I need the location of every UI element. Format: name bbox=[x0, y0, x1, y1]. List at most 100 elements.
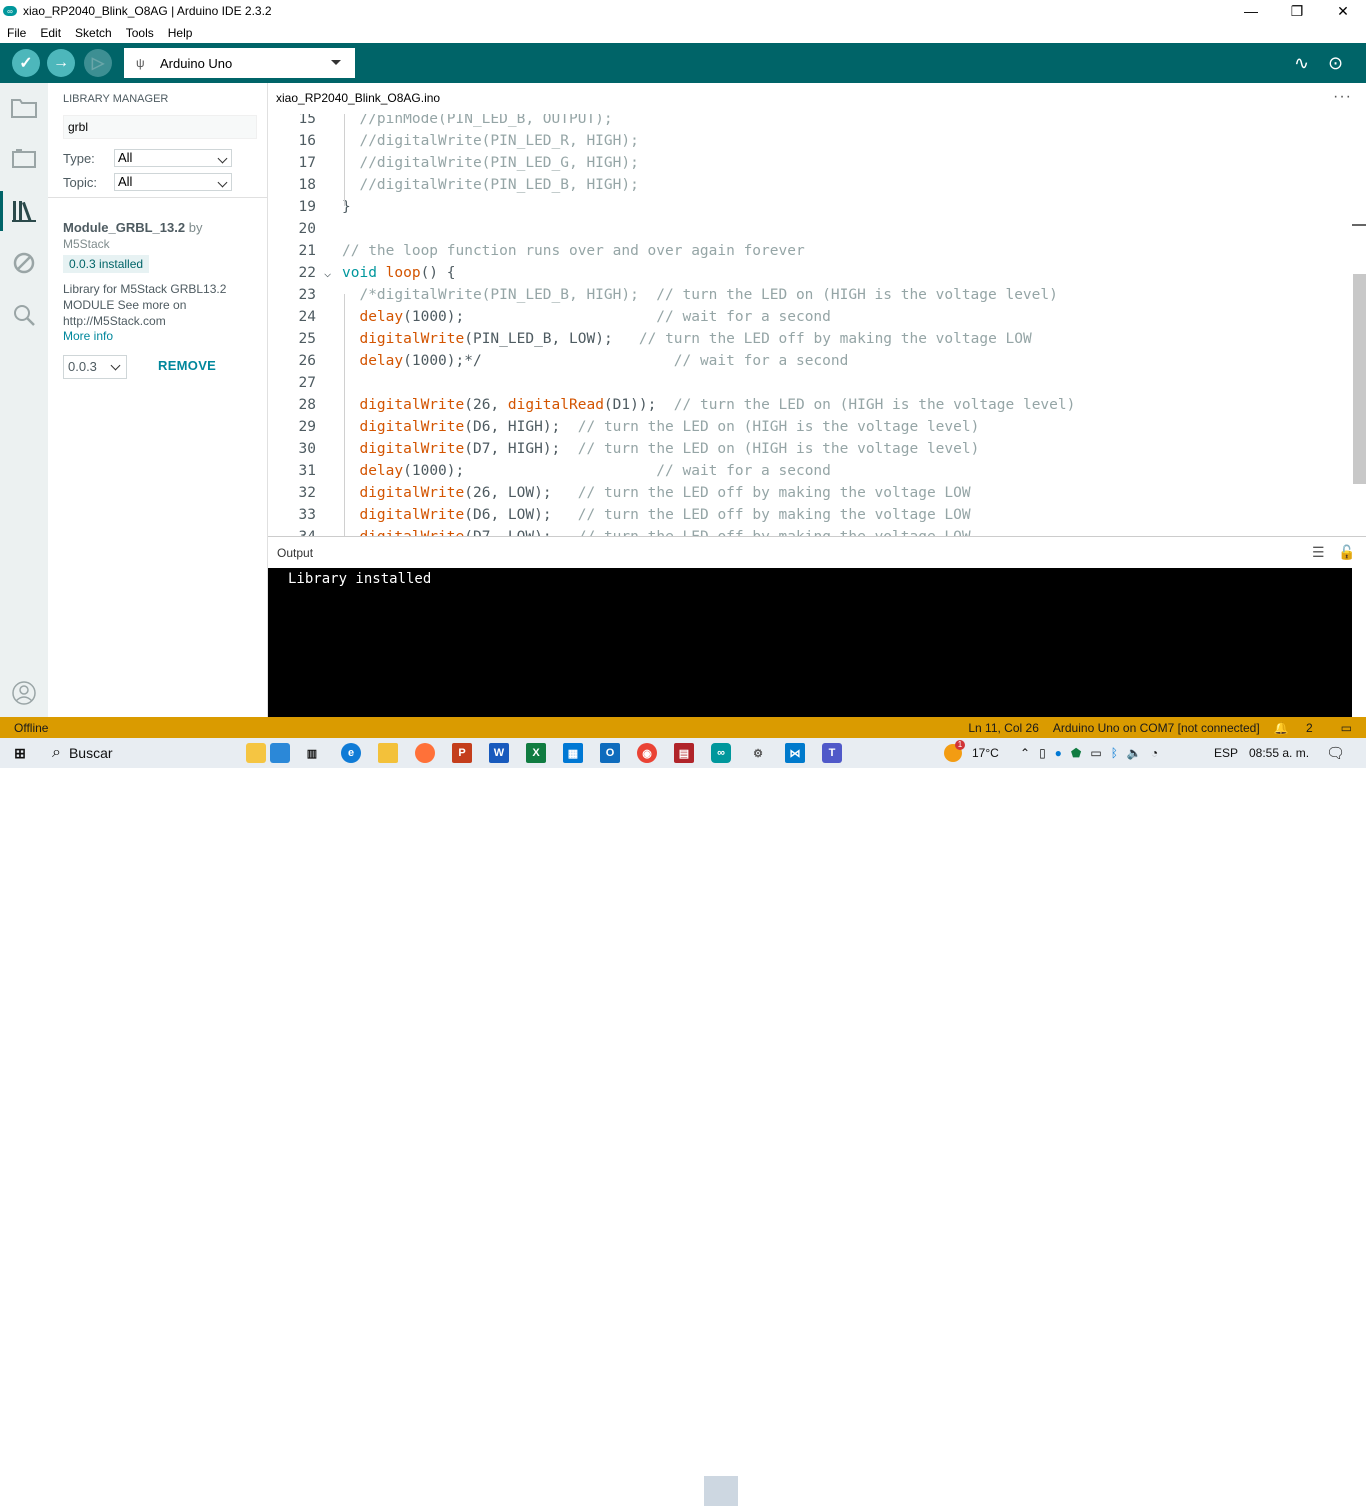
version-select[interactable]: 0.0.3 bbox=[63, 355, 127, 379]
editor-scrollbar[interactable] bbox=[1352, 114, 1366, 536]
calendar-icon[interactable]: ▦ bbox=[563, 743, 583, 763]
toggle-panel-icon[interactable]: ▭ bbox=[1341, 721, 1352, 735]
code-line: 26 delay(1000);*/ // wait for a second bbox=[268, 350, 1352, 372]
library-author: M5Stack bbox=[63, 237, 110, 251]
type-select[interactable]: All bbox=[114, 149, 232, 167]
battery-icon[interactable]: ▭ bbox=[1090, 746, 1101, 760]
notepad-icon[interactable] bbox=[246, 743, 266, 763]
chevron-up-icon[interactable]: ⌃ bbox=[1020, 746, 1030, 760]
app-icon[interactable] bbox=[270, 743, 290, 763]
lock-scroll-icon[interactable]: 🔓 bbox=[1338, 544, 1355, 561]
code-text: digitalWrite(D6, LOW); // turn the LED o… bbox=[359, 507, 971, 523]
search-icon[interactable] bbox=[10, 301, 38, 329]
debug-icon: ▷ bbox=[91, 55, 105, 72]
library-search-input[interactable]: grbl bbox=[63, 115, 257, 139]
more-info-link[interactable]: More info bbox=[63, 329, 113, 343]
menu-help[interactable]: Help bbox=[161, 26, 200, 40]
output-scrollbar[interactable] bbox=[1352, 568, 1366, 717]
installed-badge: 0.0.3 installed bbox=[63, 255, 150, 273]
chrome-icon[interactable]: ◉ bbox=[637, 743, 657, 763]
arrow-right-icon: → bbox=[53, 54, 69, 71]
code-text: //digitalWrite(PIN_LED_G, HIGH); bbox=[359, 155, 639, 171]
indent-guide bbox=[344, 114, 345, 206]
code-line: 17 //digitalWrite(PIN_LED_G, HIGH); bbox=[268, 152, 1352, 174]
weather-icon: 1 bbox=[944, 740, 965, 762]
account-icon[interactable] bbox=[10, 679, 38, 707]
status-bar: Offline Ln 11, Col 26 Arduino Uno on COM… bbox=[0, 717, 1366, 738]
powerpoint-icon[interactable]: P bbox=[452, 743, 472, 763]
wifi-icon[interactable]: ◔ bbox=[1151, 746, 1158, 760]
code-editor[interactable]: 15 //pinMode(PIN_LED_B, OUTPUT); 16 //dig… bbox=[268, 114, 1352, 536]
close-button[interactable]: ✕ bbox=[1320, 0, 1366, 22]
code-line: 18 //digitalWrite(PIN_LED_B, HIGH); bbox=[268, 174, 1352, 196]
bluetooth-icon[interactable]: ᛒ bbox=[1111, 746, 1118, 760]
scrollbar-thumb[interactable] bbox=[1353, 274, 1366, 484]
board-selector[interactable]: ψ Arduino Uno bbox=[124, 48, 355, 78]
topic-select[interactable]: All bbox=[114, 173, 232, 191]
teams-icon[interactable]: T bbox=[822, 743, 842, 763]
sketchbook-folder-icon[interactable] bbox=[10, 93, 38, 121]
maximize-button[interactable]: ❐ bbox=[1274, 0, 1320, 22]
winrar-icon[interactable]: ▤ bbox=[674, 743, 694, 763]
menu-edit[interactable]: Edit bbox=[33, 26, 68, 40]
weather-widget[interactable]: 1 17°C bbox=[944, 738, 999, 768]
upload-button[interactable]: → bbox=[47, 49, 75, 77]
app-icon[interactable]: ⚙ bbox=[748, 743, 768, 763]
topic-label: Topic: bbox=[63, 175, 97, 190]
cursor-position[interactable]: Ln 11, Col 26 bbox=[968, 721, 1039, 735]
line-number: 24 bbox=[298, 309, 316, 325]
code-text: digitalWrite(26, LOW); // turn the LED o… bbox=[359, 485, 971, 501]
arduino-logo-icon: ∞ bbox=[3, 6, 17, 16]
notification-center-icon[interactable]: 🗨 bbox=[1326, 738, 1345, 768]
weather-badge: 1 bbox=[955, 740, 965, 750]
serial-monitor-icon[interactable]: ⊙ bbox=[1328, 53, 1343, 74]
usb-drive-icon[interactable]: ▯ bbox=[1039, 746, 1046, 760]
word-icon[interactable]: W bbox=[489, 743, 509, 763]
check-icon: ✓ bbox=[19, 55, 33, 72]
output-header: Output ☰ 🔓 bbox=[268, 537, 1366, 568]
menu-sketch[interactable]: Sketch bbox=[68, 26, 119, 40]
board-port-status[interactable]: Arduino Uno on COM7 [not connected] bbox=[1053, 721, 1260, 735]
debug-button[interactable]: ▷ bbox=[84, 49, 112, 77]
more-actions-button[interactable]: ··· bbox=[1333, 88, 1352, 106]
menu-tools[interactable]: Tools bbox=[119, 26, 161, 40]
activity-bar bbox=[0, 83, 48, 717]
task-view-icon[interactable]: ▥ bbox=[302, 743, 322, 763]
line-number: 32 bbox=[298, 485, 316, 501]
menu-file[interactable]: File bbox=[0, 26, 33, 40]
verify-button[interactable]: ✓ bbox=[12, 49, 40, 77]
debug-view-icon[interactable] bbox=[10, 249, 38, 277]
taskbar-search[interactable]: ⌕ Buscar bbox=[48, 738, 272, 768]
volume-icon[interactable]: 🔈 bbox=[1127, 746, 1142, 760]
vscode-icon[interactable]: ⋈ bbox=[785, 743, 805, 763]
tab-sketch-file[interactable]: xiao_RP2040_Blink_O8AG.ino bbox=[268, 83, 449, 114]
input-language[interactable]: ESP bbox=[1214, 738, 1238, 768]
output-console: Library installed bbox=[268, 568, 1352, 717]
remove-button[interactable]: REMOVE bbox=[158, 358, 216, 373]
clear-output-icon[interactable]: ☰ bbox=[1312, 544, 1325, 561]
windows-start-icon[interactable]: ⊞ bbox=[10, 743, 30, 763]
code-text: digitalWrite(PIN_LED_B, LOW); // turn th… bbox=[359, 331, 1032, 347]
edge-icon[interactable]: e bbox=[341, 743, 361, 763]
notifications[interactable]: 🔔 2 bbox=[1274, 721, 1327, 735]
firefox-icon[interactable] bbox=[415, 743, 435, 763]
outlook-icon[interactable]: O bbox=[600, 743, 620, 763]
app-tray-icon[interactable]: ● bbox=[1055, 746, 1062, 760]
panel-title: LIBRARY MANAGER bbox=[63, 93, 169, 105]
line-number: 27 bbox=[298, 375, 316, 391]
minimize-button[interactable]: — bbox=[1228, 0, 1274, 22]
plotter-icon[interactable]: ∿ bbox=[1294, 53, 1309, 74]
line-number: 26 bbox=[298, 353, 316, 369]
arduino-ide-icon[interactable]: ∞ bbox=[711, 743, 731, 763]
shield-icon[interactable]: ⬟ bbox=[1071, 746, 1081, 760]
line-number: 28 bbox=[298, 397, 316, 413]
fold-chevron-icon[interactable]: ⌵ bbox=[324, 262, 331, 284]
file-explorer-icon[interactable] bbox=[378, 743, 398, 763]
library-name: Module_GRBL_13.2 bbox=[63, 220, 186, 235]
line-number: 33 bbox=[298, 507, 316, 523]
excel-icon[interactable]: X bbox=[526, 743, 546, 763]
library-manager-icon[interactable] bbox=[10, 197, 38, 225]
boards-manager-icon[interactable] bbox=[10, 145, 38, 173]
clock[interactable]: 08:55 a. m. bbox=[1249, 738, 1309, 768]
code-text: delay(1000); // wait for a second bbox=[359, 463, 831, 479]
